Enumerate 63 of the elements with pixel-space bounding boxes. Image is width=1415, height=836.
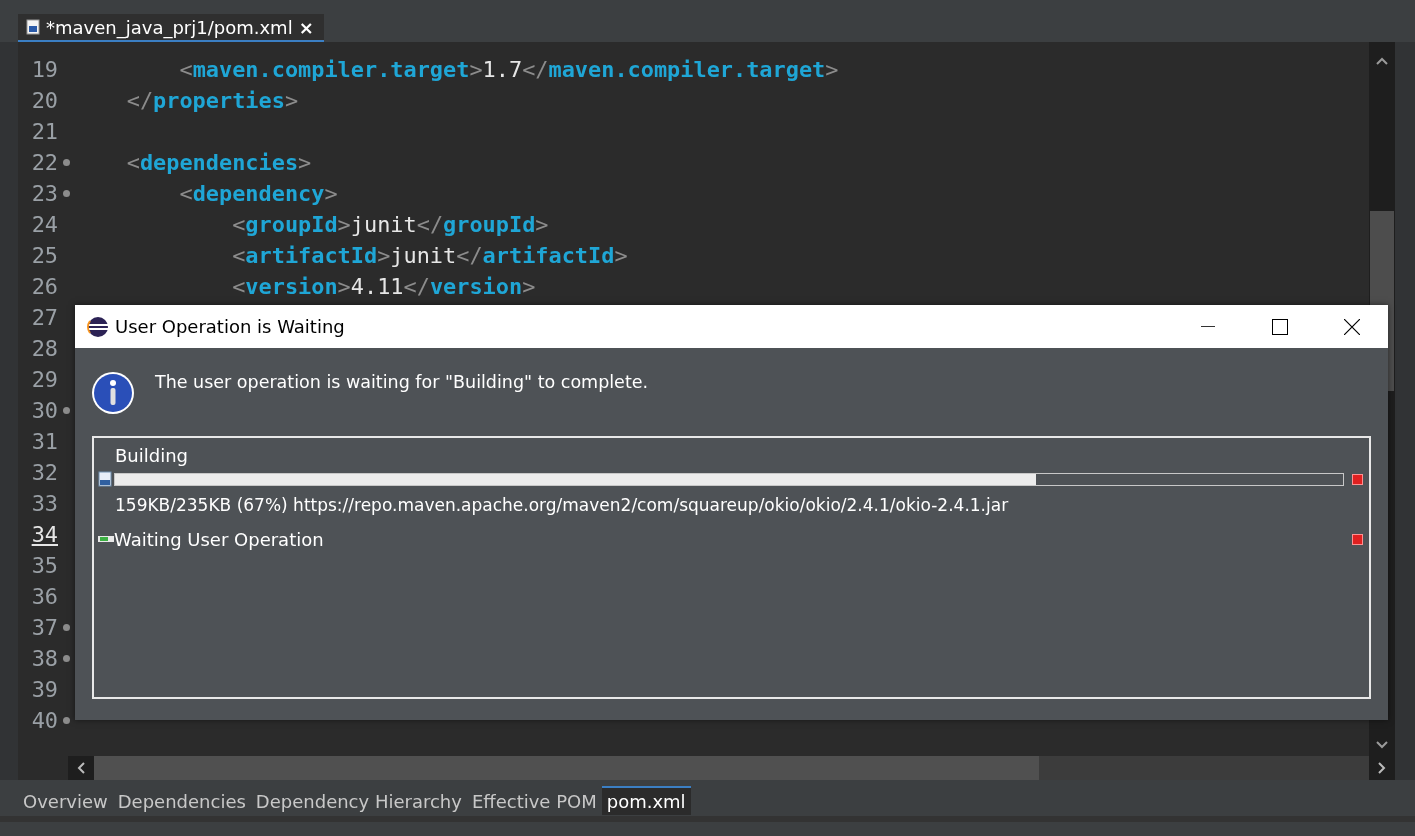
code-line: </properties>	[125, 88, 299, 113]
job-name: Waiting User Operation	[114, 527, 325, 552]
line-number: 22	[30, 150, 59, 175]
line-number: 38	[30, 646, 59, 671]
line-number: 36	[30, 584, 59, 609]
page-tab[interactable]: Effective POM	[466, 785, 602, 815]
line-number: 35	[30, 553, 59, 578]
code-line: <version>4.11</version>	[231, 274, 536, 299]
line-number: 27	[30, 305, 59, 330]
code-line: <groupId>junit</groupId>	[231, 212, 549, 237]
waiting-icon	[98, 535, 114, 543]
page-tab[interactable]: pom.xml	[601, 785, 691, 815]
line-number: 30	[30, 398, 59, 423]
page-tab[interactable]: Overview	[18, 785, 113, 815]
horizontal-scrollbar[interactable]	[68, 756, 1395, 780]
maven-file-icon	[26, 19, 40, 35]
line-number: 31	[30, 429, 59, 454]
code-line: <maven.compiler.target>1.7</maven.compiler.target>	[178, 57, 839, 82]
line-number: 29	[30, 367, 59, 392]
fold-marker-icon[interactable]	[62, 624, 70, 631]
code-line: <artifactId>junit</artifactId>	[231, 243, 628, 268]
line-number: 24	[30, 212, 59, 237]
line-number: 37	[30, 615, 59, 640]
fold-marker-icon[interactable]	[62, 655, 70, 662]
maximize-icon[interactable]	[1272, 318, 1288, 335]
line-number: 26	[30, 274, 59, 299]
line-number: 32	[30, 460, 59, 485]
fold-marker-icon[interactable]	[62, 717, 70, 724]
close-icon[interactable]	[1344, 318, 1360, 335]
page-tab[interactable]: Dependency Hierarchy	[250, 785, 467, 815]
fold-marker-icon[interactable]	[62, 159, 70, 166]
line-number: 25	[30, 243, 59, 268]
line-number: 34	[30, 522, 59, 547]
line-number: 19	[30, 57, 59, 82]
editor-tab[interactable]: *maven_java_prj1/pom.xml ×	[18, 14, 324, 42]
job-name: Building	[115, 443, 190, 468]
tab-title: *maven_java_prj1/pom.xml	[46, 16, 293, 38]
line-number: 28	[30, 336, 59, 361]
stop-button[interactable]	[1352, 533, 1363, 545]
line-number: 40	[30, 708, 59, 733]
info-icon	[91, 371, 135, 415]
scroll-down-icon[interactable]	[1375, 740, 1389, 750]
scroll-up-icon[interactable]	[1375, 56, 1389, 66]
code-line: <dependency>	[178, 181, 338, 206]
dialog-title: User Operation is Waiting	[115, 316, 345, 337]
scroll-right-icon[interactable]	[1377, 761, 1387, 775]
eclipse-logo-icon	[87, 315, 109, 338]
line-number: 23	[30, 181, 59, 206]
fold-marker-icon[interactable]	[62, 190, 70, 197]
page-tab[interactable]: Dependencies	[112, 785, 251, 815]
line-number: 20	[30, 88, 59, 113]
code-line: <dependencies>	[125, 150, 312, 175]
close-icon[interactable]: ×	[298, 16, 314, 38]
line-number: 33	[30, 491, 59, 516]
scroll-left-icon[interactable]	[76, 761, 86, 775]
minimize-icon[interactable]	[1201, 325, 1215, 328]
line-number: 21	[30, 119, 59, 144]
stop-button[interactable]	[1352, 473, 1363, 485]
binary-file-icon	[98, 471, 112, 487]
line-number: 39	[30, 677, 59, 702]
dialog-message: The user operation is waiting for "Building" to complete.	[155, 372, 649, 392]
progress-detail: 159KB/235KB (67%) https://repo.maven.apache.org/maven2/com/squareup/okio/okio/2.4.1/okio-2.4.1.jar	[115, 494, 1010, 517]
fold-marker-icon[interactable]	[62, 407, 70, 414]
